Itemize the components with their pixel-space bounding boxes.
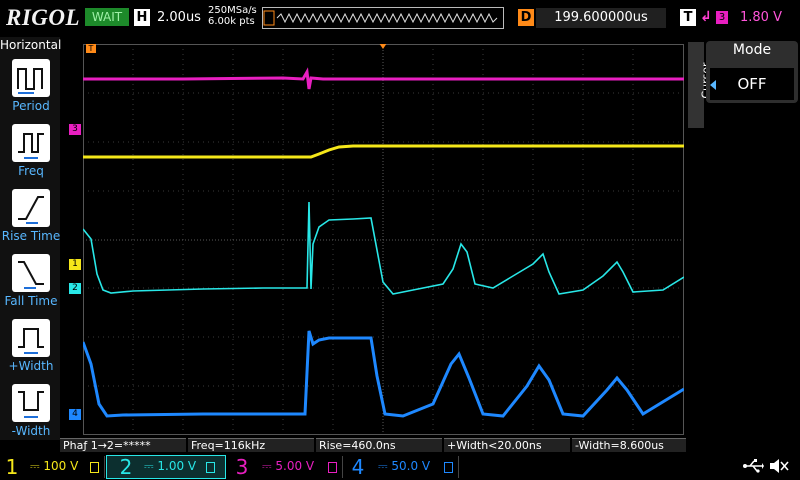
run-status-badge[interactable]: WAIT [85,8,129,26]
cursor-mode-title: Mode [732,42,772,58]
ch2-scale[interactable]: ⎓ 1.00 V [144,459,196,474]
timebase-value[interactable]: 2.00us [157,10,201,25]
trigger-badge: T [680,9,696,26]
cursor-mode-value[interactable]: OFF [710,68,794,100]
memory-overview-bar[interactable] [262,7,504,29]
freq-button[interactable] [12,124,50,162]
fall-time-label: Fall Time [4,294,58,308]
period-label: Period [12,99,50,113]
ch2-marker[interactable]: 2 [69,283,81,294]
ch1-marker[interactable]: 1 [69,259,81,270]
channel-divider [342,456,343,478]
ch3-number[interactable]: 3 [232,455,252,479]
ch4-trace [83,330,684,418]
ch4-bw-icon [444,462,453,473]
sample-rate: 250MSa/s [208,5,257,16]
delay-badge: D [518,9,534,26]
ch3-scale[interactable]: ⎓ 5.00 V [262,459,314,474]
ch4-scale-value: 50.0 V [391,459,431,473]
chevron-left-icon [710,80,716,90]
neg-width-label: -Width [11,424,51,438]
ch4-marker[interactable]: 4 [69,409,81,420]
rise-time-icon [18,196,44,224]
dc-coupling-icon: ⎓ [378,459,392,473]
delay-value[interactable]: 199.600000us [536,8,666,28]
trigger-source[interactable]: 3 [716,11,728,24]
ch3-marker[interactable]: 3 [69,124,81,135]
measure-pos-width[interactable]: +Width<20.00ns [444,438,570,452]
rise-time-label: Rise Time [1,229,61,243]
menu-title: Horizontal [0,38,62,52]
ch3-scale-value: 5.00 V [275,459,315,473]
neg-width-icon [18,391,44,418]
memory-waveform-icon [263,10,498,26]
dc-coupling-icon: ⎓ [30,459,44,473]
fall-time-icon [18,261,44,289]
channel-divider [458,456,459,478]
brand-logo: RIGOL [6,5,81,30]
measure-phase[interactable]: Phaƒ 1→2=***** [60,438,186,452]
pos-width-icon [18,328,44,354]
dc-coupling-icon: ⎓ [144,459,158,473]
fall-time-button[interactable] [12,254,50,292]
ch1-scale[interactable]: ⎓ 100 V [30,459,78,474]
measure-neg-width[interactable]: -Width=8.600us [572,438,686,452]
ch3-bw-icon [328,462,337,473]
trigger-level-marker[interactable]: T [86,44,96,53]
rise-time-button[interactable] [12,189,50,227]
trigger-level[interactable]: 1.80 V [740,10,782,25]
ch2-bw-icon [206,462,215,473]
period-icon [17,68,43,94]
dc-coupling-icon: ⎓ [262,459,276,473]
horizontal-badge: H [134,9,150,26]
acquisition-info: 250MSa/s 6.00k pts [208,5,257,27]
usb-icon [742,458,764,478]
ch1-scale-value: 100 V [43,459,79,473]
waveform-display[interactable] [83,44,684,435]
graticule-axes [83,44,684,435]
ch2-number[interactable]: 2 [116,455,136,479]
channel-divider [104,456,105,478]
memory-depth: 6.00k pts [208,16,255,27]
period-button[interactable] [12,59,50,97]
rising-edge-icon: ↲ [700,9,712,25]
ch1-bw-icon [90,462,99,473]
pos-width-button[interactable] [12,319,50,357]
measure-rise[interactable]: Rise=460.0ns [316,438,442,452]
freq-icon [18,133,44,159]
ch2-scale-value: 1.00 V [157,459,197,473]
trigger-position-marker[interactable] [379,44,387,49]
pos-width-label: +Width [8,359,54,373]
speaker-muted-icon[interactable] [768,457,790,479]
freq-label: Freq [18,164,44,178]
cursor-tab[interactable]: Cursor [688,42,713,128]
neg-width-button[interactable] [12,384,50,422]
ch4-scale[interactable]: ⎓ 50.0 V [378,459,430,474]
ch4-number[interactable]: 4 [348,455,368,479]
measure-freq[interactable]: Freq=116kHz [188,438,314,452]
ch1-number[interactable]: 1 [2,455,22,479]
